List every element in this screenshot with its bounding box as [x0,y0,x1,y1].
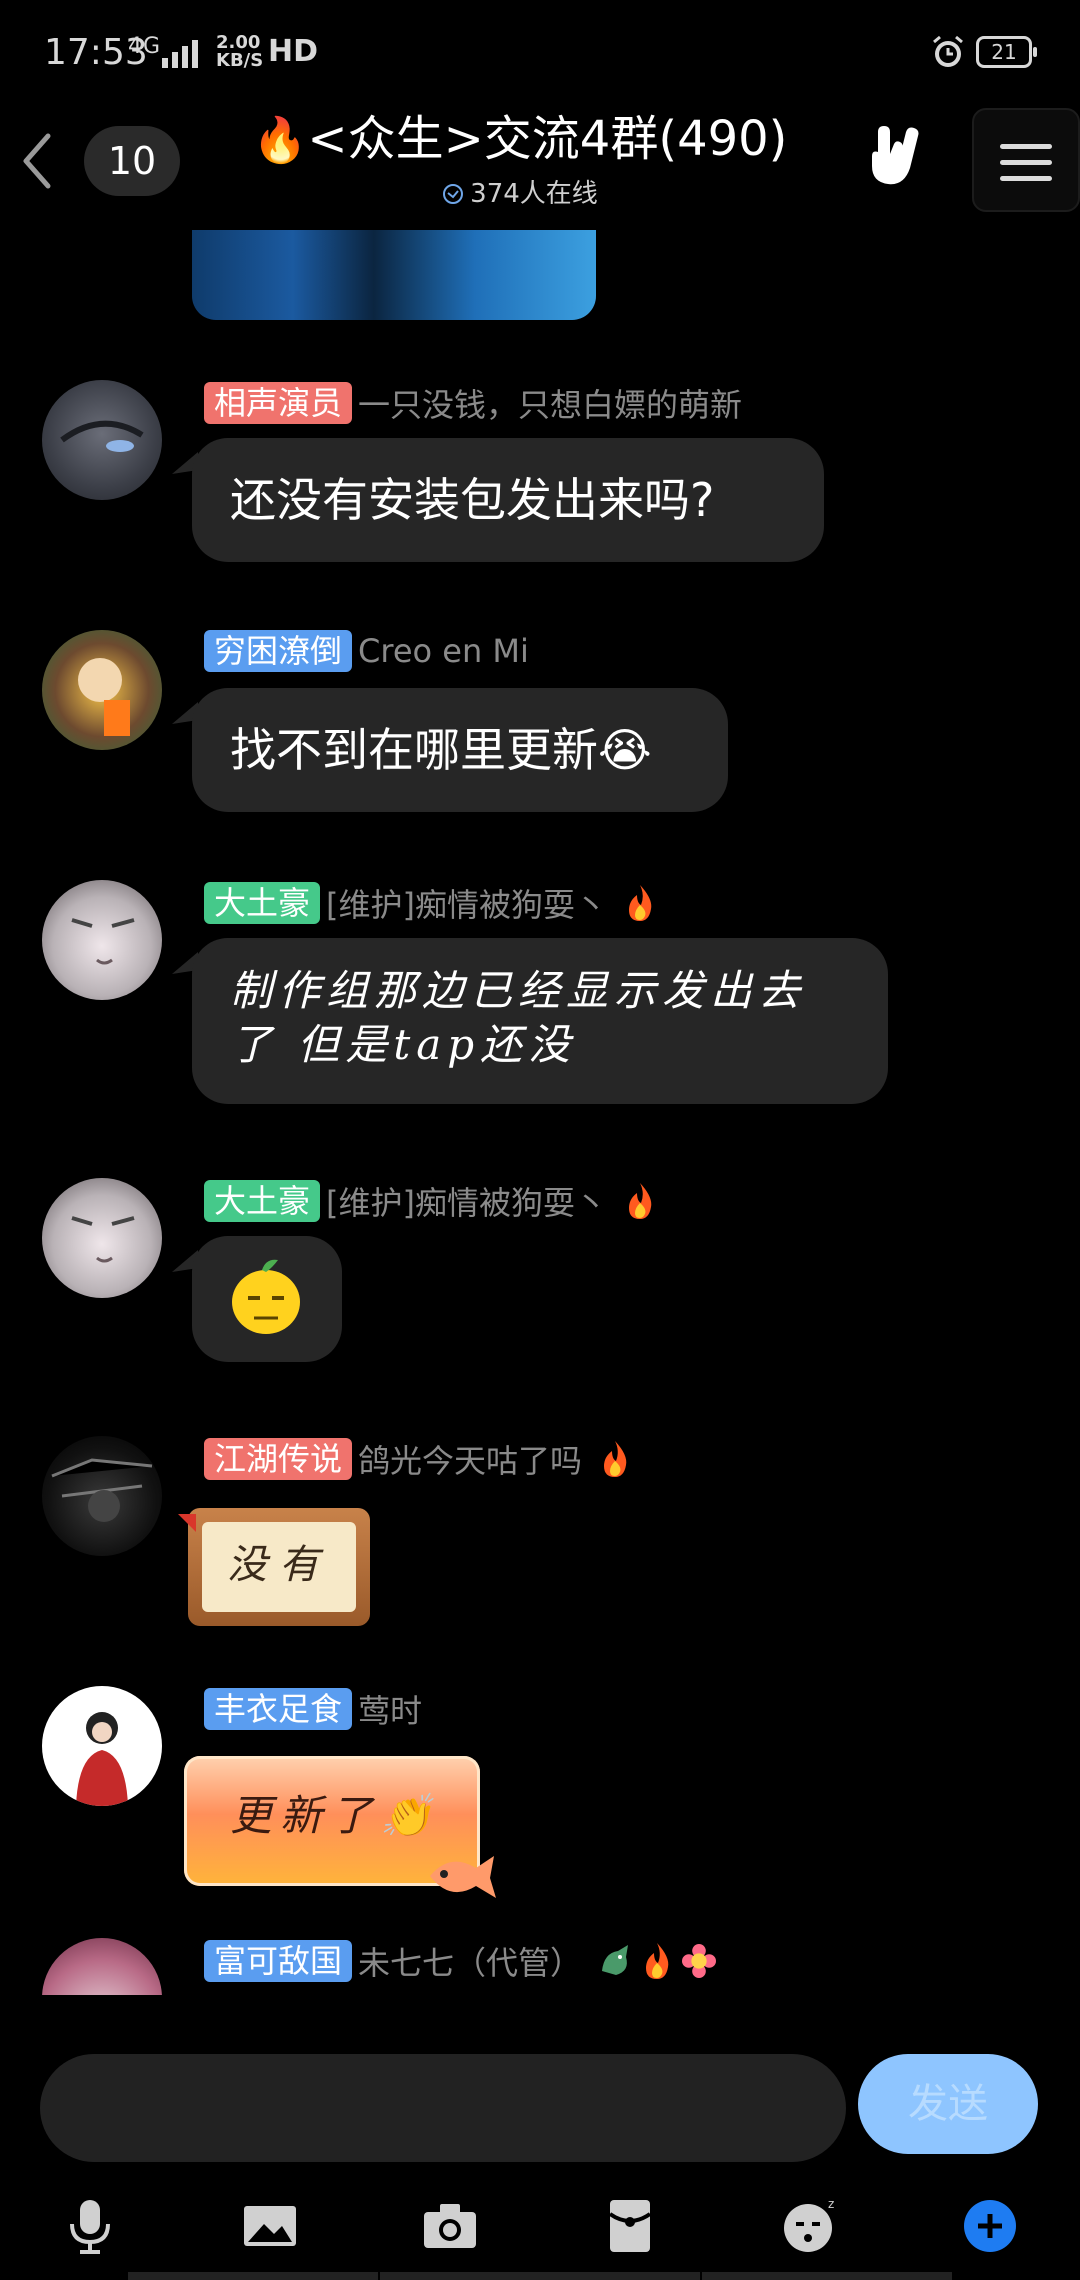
svg-text:z: z [828,2197,834,2211]
send-button[interactable]: 发送 [858,2054,1038,2154]
sender-line: 相声演员 一只没钱，只想白嫖的萌新 [204,380,742,424]
message-text: 制作组那边已经显示发出去 了 但是tap还没 [192,938,888,1098]
flower-icon [682,1944,717,1978]
sender-line: 大土豪 [维护]痴情被狗耍丶 [204,1178,657,1222]
menu-button[interactable] [972,108,1080,212]
signal-icon [162,40,198,68]
bottom-divider [128,2272,378,2280]
online-count: 374人在线 [470,179,598,209]
member-tag: 大土豪 [204,1180,321,1222]
speed-unit: KB/S [216,50,264,71]
red-packet-icon[interactable] [598,2194,662,2258]
chat-header: 10 🔥<众生>交流4群(490) 374人在线 [0,100,1080,230]
avatar-art [51,1458,153,1522]
sticker-ribbon-icon [178,1514,196,1532]
microphone-icon[interactable] [58,2194,122,2258]
emoji-icon[interactable]: z [778,2194,842,2258]
bottom-divider [380,2272,700,2280]
message-bubble[interactable]: 还没有安装包发出来吗? [192,438,824,562]
member-tag: 江湖传说 [204,1438,353,1480]
message-text: 找不到在哪里更新😭 [230,723,652,777]
avatar[interactable] [42,880,162,1000]
sender-line: 穷困潦倒 Creo en Mi [204,630,529,674]
status-bar: 17:53 4G 2.00 KB/S HD 21 [0,0,1080,100]
menu-line [1000,176,1052,181]
camera-icon[interactable] [418,2194,482,2258]
sender-nickname[interactable]: [维护]痴情被狗耍丶 [326,880,607,926]
message-bubble[interactable] [192,1236,342,1362]
message-bubble[interactable]: 制作组那边已经显示发出去 了 但是tap还没 [192,938,888,1104]
avatar[interactable] [42,380,162,500]
chat-messages[interactable]: 相声演员 一只没钱，只想白嫖的萌新 还没有安装包发出来吗? 穷困潦倒 Creo en… [0,230,1080,1995]
message-input[interactable] [40,2054,846,2162]
fish-icon [430,1856,496,1898]
rock-hand-icon[interactable] [864,122,928,192]
bottom-divider [702,2272,952,2280]
message-bubble[interactable]: 找不到在哪里更新😭 [192,688,728,812]
group-title: 🔥<众生>交流4群(490) [240,104,800,176]
sticker-text: 没有 [202,1522,356,1612]
fire-icon [629,885,652,921]
title-block[interactable]: 🔥<众生>交流4群(490) 374人在线 [240,104,800,212]
sender-nickname[interactable]: 未七七（代管） [358,1938,582,1984]
member-tag: 相声演员 [204,382,353,424]
dragon-icon [602,1945,629,1975]
message-line: 了 但是tap还没 [230,1020,577,1069]
sender-nickname[interactable]: Creo en Mi [358,632,529,670]
fire-icon [646,1943,669,1979]
back-icon[interactable] [14,126,58,196]
avatar[interactable] [42,1938,162,1995]
image-message-partial[interactable] [192,230,596,320]
alarm-icon [933,35,963,67]
avatar-art [60,420,144,452]
battery-indicator: 21 [976,36,1037,68]
menu-line [1000,160,1052,165]
sender-line: 丰衣足食 莺时 [204,1686,422,1730]
avatar[interactable] [42,1178,162,1298]
lemon-face-icon [232,1259,300,1334]
avatar-art [76,1712,128,1806]
member-tag: 大土豪 [204,882,321,924]
avatar[interactable] [42,1436,162,1556]
sender-line: 江湖传说 鸽光今天咕了吗 [204,1436,632,1480]
avatar[interactable] [42,1686,162,1806]
message-line: 制作组那边已经显示发出去 [230,966,807,1015]
sender-nickname[interactable]: 一只没钱，只想白嫖的萌新 [358,380,742,426]
online-check-icon [443,184,464,204]
fire-icon [629,1183,652,1219]
message-text: 还没有安装包发出来吗? [230,473,715,527]
avatar[interactable] [42,630,162,750]
plus-icon[interactable] [958,2194,1022,2258]
sender-line: 富可敌国 未七七（代管） [204,1938,717,1984]
member-tag: 丰衣足食 [204,1688,353,1730]
unread-count-badge[interactable]: 10 [84,126,180,196]
sender-line: 大土豪 [维护]痴情被狗耍丶 [204,880,657,924]
menu-line [1000,144,1052,149]
member-tag: 富可敌国 [204,1940,353,1982]
avatar-art [71,918,135,965]
sender-nickname[interactable]: [维护]痴情被狗耍丶 [326,1178,607,1224]
title-fire-emoji: 🔥 [252,115,308,166]
sender-nickname[interactable]: 鸽光今天咕了吗 [358,1436,582,1482]
fire-icon [604,1441,627,1477]
member-tag: 穷困潦倒 [204,630,353,672]
sticker-scroll[interactable]: 没有 [188,1508,370,1626]
chat-screen: 17:53 4G 2.00 KB/S HD 21 10 🔥<众生>交流4群(49… [0,0,1080,2280]
input-bar: 发送 [0,2040,1080,2170]
sender-nickname[interactable]: 莺时 [358,1686,422,1732]
sticker-text: 更新了👏 [230,1791,441,1840]
avatar-art [71,1216,135,1263]
input-toolbar: z [0,2170,1080,2280]
hd-indicator: HD [268,34,319,69]
avatar-art [78,658,130,736]
image-icon[interactable] [238,2194,302,2258]
network-speed: 2.00 KB/S [216,34,263,70]
online-status: 374人在线 [240,176,800,212]
group-name: <众生>交流4群(490) [307,111,788,167]
network-type: 4G [128,34,162,59]
